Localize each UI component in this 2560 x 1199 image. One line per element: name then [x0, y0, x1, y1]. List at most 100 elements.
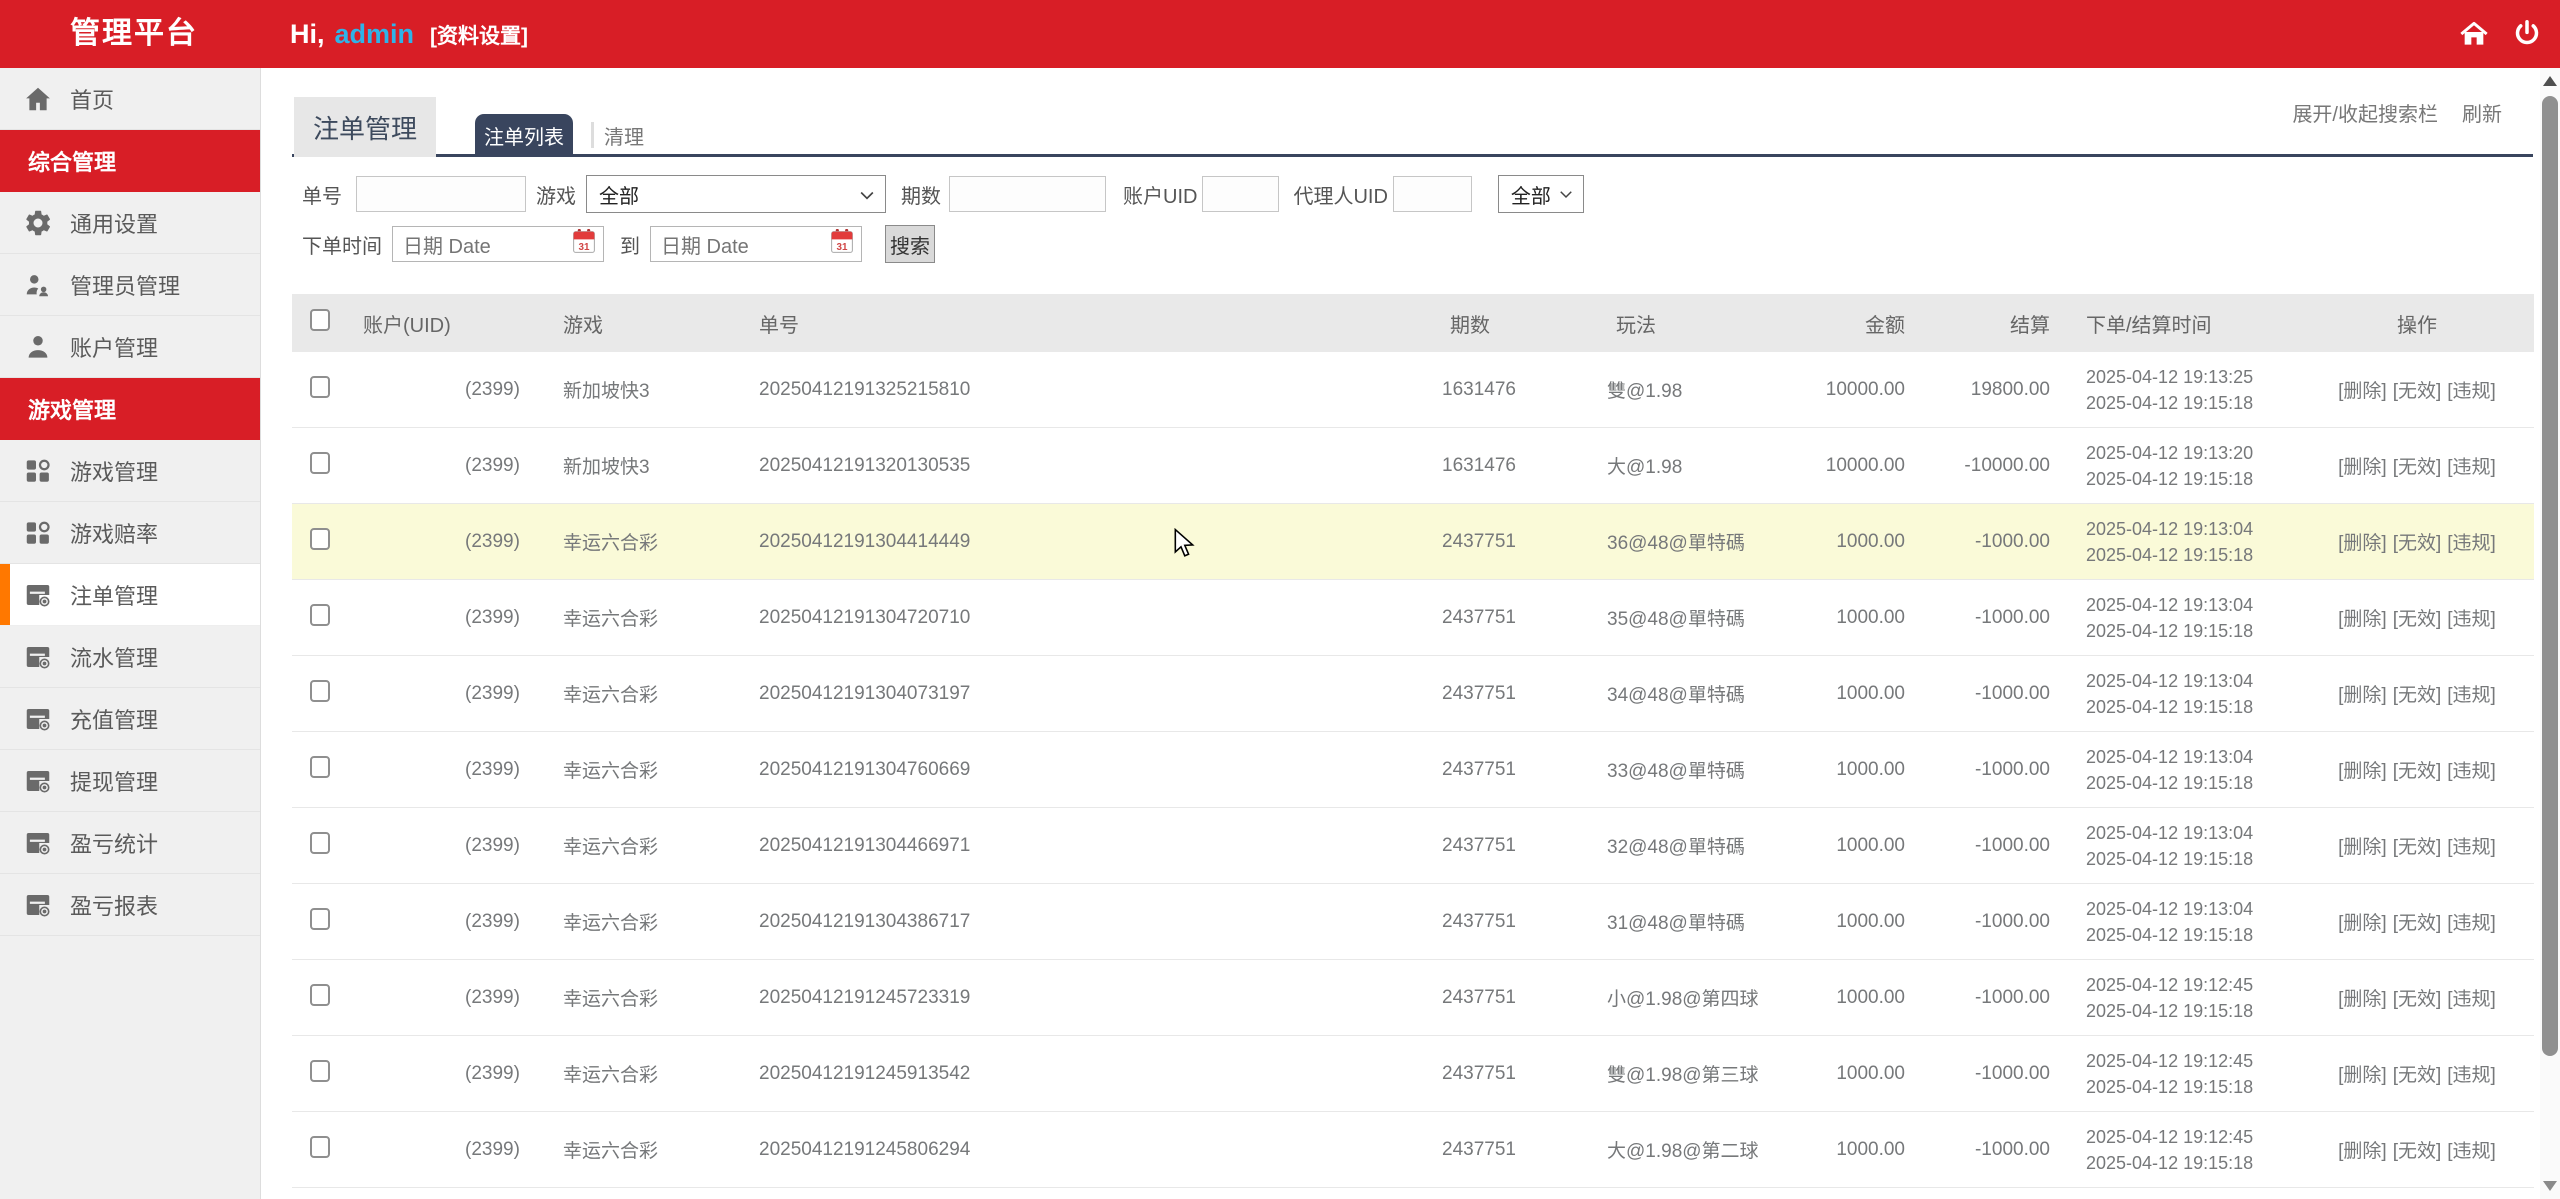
amount-cell: 10000.00 [1820, 455, 1915, 477]
sidebar-item[interactable]: 提现管理 [0, 750, 260, 812]
amount-cell: 10000.00 [1820, 379, 1915, 401]
sidebar-item[interactable]: 充值管理 [0, 688, 260, 750]
time-cell: 2025-04-12 19:13:04 2025-04-12 19:15:18 [2060, 668, 2300, 720]
invalid-link[interactable]: [无效] [2393, 457, 2442, 478]
period-input[interactable] [949, 176, 1106, 212]
vertical-scrollbar[interactable] [2540, 68, 2560, 1199]
sidebar-item[interactable]: 流水管理 [0, 626, 260, 688]
form-icon [23, 704, 53, 734]
invalid-link[interactable]: [无效] [2393, 381, 2442, 402]
delete-link[interactable]: [删除] [2338, 685, 2387, 706]
delete-link[interactable]: [删除] [2338, 1141, 2387, 1162]
scroll-up-arrow-icon[interactable] [2543, 76, 2557, 86]
refresh-link[interactable]: 刷新 [2462, 98, 2502, 127]
game-cell: 新加坡快3 [560, 452, 756, 479]
violation-link[interactable]: [违规] [2447, 913, 2496, 934]
row-checkbox[interactable] [310, 528, 330, 550]
form-icon [23, 642, 53, 672]
violation-link[interactable]: [违规] [2447, 761, 2496, 782]
actions-cell: [删除] [无效][违规] [2300, 1136, 2534, 1163]
tab-cleanup[interactable]: 清理 [594, 114, 654, 157]
row-checkbox[interactable] [310, 376, 330, 398]
delete-link[interactable]: [删除] [2338, 837, 2387, 858]
sidebar-item[interactable]: 盈亏报表 [0, 874, 260, 936]
invalid-link[interactable]: [无效] [2393, 609, 2442, 630]
account-uid-cell: (2399) [345, 987, 560, 1009]
order-no-input[interactable] [356, 176, 526, 212]
violation-link[interactable]: [违规] [2447, 381, 2496, 402]
violation-link[interactable]: [违规] [2447, 837, 2496, 858]
sidebar-item[interactable]: 游戏管理 [0, 440, 260, 502]
row-checkbox[interactable] [310, 756, 330, 778]
start-date-input[interactable]: 日期 Date 31 [392, 226, 604, 262]
time-cell: 2025-04-12 19:13:25 2025-04-12 19:15:18 [2060, 364, 2300, 416]
search-button[interactable]: 搜索 [885, 225, 935, 263]
row-checkbox[interactable] [310, 832, 330, 854]
amount-cell: 1000.00 [1820, 683, 1915, 705]
violation-link[interactable]: [违规] [2447, 989, 2496, 1010]
row-checkbox[interactable] [310, 452, 330, 474]
delete-link[interactable]: [删除] [2338, 913, 2387, 934]
table-row: (2399) 新加坡快3 20250412191320130535 163147… [292, 428, 2534, 504]
calendar-icon[interactable]: 31 [571, 228, 597, 260]
sidebar-item[interactable]: 通用设置 [0, 192, 260, 254]
violation-link[interactable]: [违规] [2447, 685, 2496, 706]
sidebar-item[interactable]: 账户管理 [0, 316, 260, 378]
delete-link[interactable]: [删除] [2338, 533, 2387, 554]
sidebar-item[interactable]: 首页 [0, 68, 260, 130]
invalid-link[interactable]: [无效] [2393, 837, 2442, 858]
row-checkbox[interactable] [310, 1060, 330, 1082]
violation-link[interactable]: [违规] [2447, 609, 2496, 630]
delete-link[interactable]: [删除] [2338, 381, 2387, 402]
row-checkbox[interactable] [310, 908, 330, 930]
invalid-link[interactable]: [无效] [2393, 533, 2442, 554]
invalid-link[interactable]: [无效] [2393, 761, 2442, 782]
sidebar-item[interactable]: 游戏赔率 [0, 502, 260, 564]
game-cell: 幸运六合彩 [560, 908, 756, 935]
calendar-icon[interactable]: 31 [829, 228, 855, 260]
account-uid-input[interactable] [1202, 176, 1279, 212]
row-checkbox[interactable] [310, 604, 330, 626]
invalid-link[interactable]: [无效] [2393, 1065, 2442, 1086]
agent-uid-input[interactable] [1393, 176, 1472, 212]
invalid-link[interactable]: [无效] [2393, 913, 2442, 934]
select-all-checkbox[interactable] [310, 309, 330, 331]
sidebar-item[interactable]: 盈亏统计 [0, 812, 260, 874]
delete-link[interactable]: [删除] [2338, 609, 2387, 630]
profile-settings-link[interactable]: [资料设置] [430, 25, 528, 48]
sidebar-item[interactable]: 管理员管理 [0, 254, 260, 316]
violation-link[interactable]: [违规] [2447, 533, 2496, 554]
time-cell: 2025-04-12 19:13:04 2025-04-12 19:15:18 [2060, 516, 2300, 568]
row-checkbox[interactable] [310, 984, 330, 1006]
invalid-link[interactable]: [无效] [2393, 1141, 2442, 1162]
sidebar-item-label: 注单管理 [70, 579, 158, 611]
tab-order-list[interactable]: 注单列表 [475, 114, 573, 157]
home-icon[interactable] [2458, 18, 2490, 50]
play-cell: 35@48@單特碼 [1604, 604, 1820, 631]
delete-link[interactable]: [删除] [2338, 989, 2387, 1010]
end-date-input[interactable]: 日期 Date 31 [650, 226, 862, 262]
violation-link[interactable]: [违规] [2447, 1141, 2496, 1162]
scrollbar-thumb[interactable] [2542, 96, 2558, 1056]
violation-link[interactable]: [违规] [2447, 457, 2496, 478]
status-select[interactable]: 全部 [1498, 175, 1584, 213]
settle-time: 2025-04-12 19:15:18 [2086, 998, 2300, 1024]
scroll-down-arrow-icon[interactable] [2543, 1181, 2557, 1191]
delete-link[interactable]: [删除] [2338, 761, 2387, 782]
form-icon [23, 580, 53, 610]
invalid-link[interactable]: [无效] [2393, 989, 2442, 1010]
row-checkbox[interactable] [310, 1136, 330, 1158]
time-cell: 2025-04-12 19:12:45 2025-04-12 19:15:18 [2060, 1048, 2300, 1100]
toggle-search-link[interactable]: 展开/收起搜索栏 [2292, 98, 2438, 127]
invalid-link[interactable]: [无效] [2393, 685, 2442, 706]
game-select[interactable]: 全部 [586, 175, 886, 213]
sidebar-item-label: 盈亏统计 [70, 827, 158, 859]
table-row: (2399) 新加坡快3 20250412191325215810 163147… [292, 352, 2534, 428]
delete-link[interactable]: [删除] [2338, 1065, 2387, 1086]
delete-link[interactable]: [删除] [2338, 457, 2387, 478]
violation-link[interactable]: [违规] [2447, 1065, 2496, 1086]
chevron-down-icon [1557, 185, 1575, 209]
sidebar-item[interactable]: 注单管理 [0, 564, 260, 626]
row-checkbox[interactable] [310, 680, 330, 702]
power-logout-icon[interactable] [2512, 18, 2544, 50]
